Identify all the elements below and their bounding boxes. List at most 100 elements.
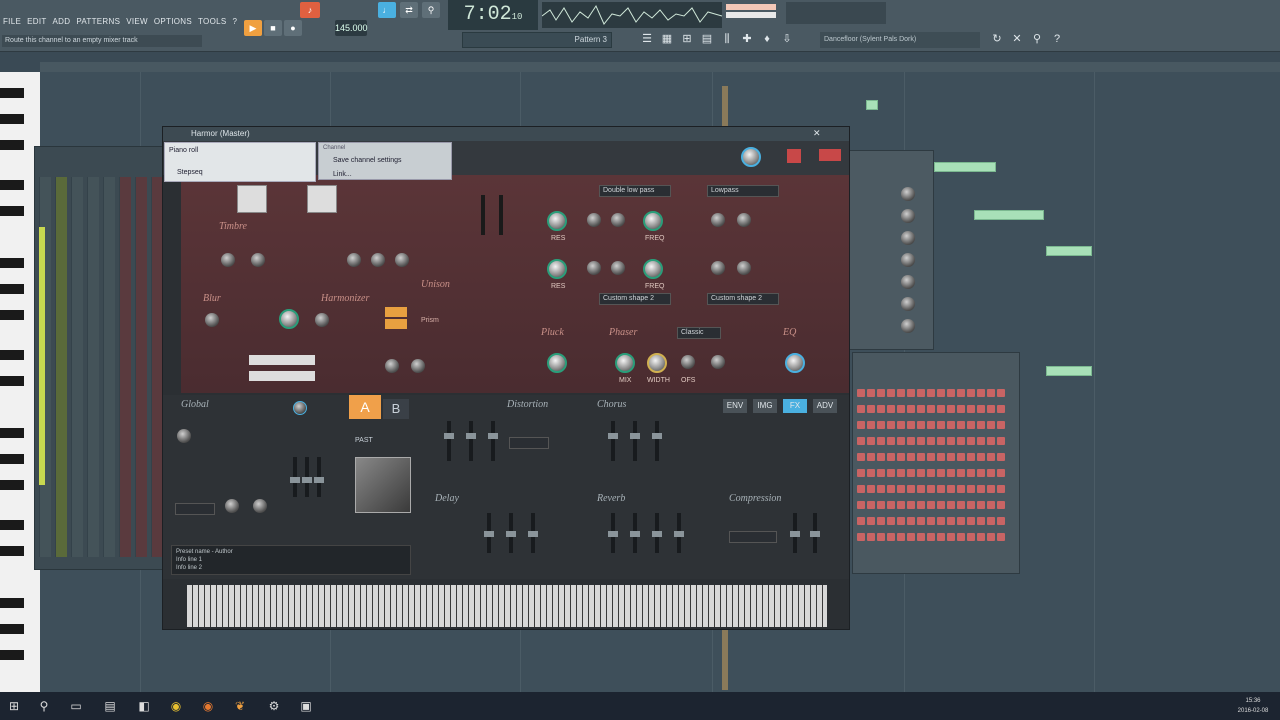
step-cell[interactable]	[917, 389, 925, 397]
step-cell[interactable]	[967, 517, 975, 525]
harmor-keyboard[interactable]	[187, 585, 827, 627]
step-cell[interactable]	[957, 501, 965, 509]
step-cell[interactable]	[917, 437, 925, 445]
file-explorer-icon[interactable]: ▤	[102, 698, 118, 714]
step-cell[interactable]	[977, 533, 985, 541]
step-cell[interactable]	[987, 485, 995, 493]
step-cell[interactable]	[997, 517, 1005, 525]
small-knob[interactable]	[385, 359, 399, 373]
fl-studio-icon[interactable]: ❦	[232, 698, 248, 714]
step-cell[interactable]	[937, 405, 945, 413]
step-cell[interactable]	[897, 437, 905, 445]
step-cell[interactable]	[917, 533, 925, 541]
global-knob[interactable]	[225, 499, 239, 513]
step-cell[interactable]	[927, 453, 935, 461]
global-knob[interactable]	[253, 499, 267, 513]
step-cell[interactable]	[917, 453, 925, 461]
step-cell[interactable]	[887, 421, 895, 429]
browser-icon[interactable]: ⊞	[680, 32, 694, 46]
timbre-waveform-display[interactable]	[237, 185, 267, 213]
step-cell[interactable]	[887, 453, 895, 461]
step-cell[interactable]	[997, 421, 1005, 429]
step-cell[interactable]	[867, 421, 875, 429]
step-cell[interactable]	[947, 501, 955, 509]
toggle-button[interactable]	[385, 307, 407, 317]
channel-knob[interactable]	[901, 209, 915, 223]
menu-item-piano-roll[interactable]: Piano roll	[169, 147, 198, 154]
step-cell[interactable]	[857, 485, 865, 493]
fader[interactable]	[630, 513, 640, 553]
step-cell[interactable]	[867, 533, 875, 541]
step-cell[interactable]	[867, 517, 875, 525]
channel-rack[interactable]	[842, 150, 934, 350]
fader[interactable]	[466, 421, 476, 461]
step-cell[interactable]	[977, 469, 985, 477]
master-volume-knob[interactable]	[741, 147, 761, 167]
step-cell[interactable]	[987, 501, 995, 509]
fader[interactable]	[444, 421, 454, 461]
step-cell[interactable]	[967, 421, 975, 429]
timbre-waveform-display[interactable]	[307, 185, 337, 213]
step-cell[interactable]	[927, 389, 935, 397]
fader[interactable]	[652, 513, 662, 553]
step-cell[interactable]	[857, 437, 865, 445]
step-cell[interactable]	[907, 453, 915, 461]
pattern-selector[interactable]: Pattern 3	[462, 32, 612, 48]
small-knob[interactable]	[221, 253, 235, 267]
harmonizer-knob[interactable]	[279, 309, 299, 329]
close-icon[interactable]: ✕	[813, 128, 821, 139]
phaser-mix-knob[interactable]	[615, 353, 635, 373]
pluck-time-knob[interactable]	[547, 353, 567, 373]
part-b-button[interactable]: B	[383, 399, 409, 419]
step-cell[interactable]	[937, 437, 945, 445]
play-button[interactable]: ▶	[244, 20, 262, 36]
download-icon[interactable]: ⇩	[780, 32, 794, 46]
search-icon[interactable]: ⚲	[36, 698, 52, 714]
menu-button[interactable]	[819, 149, 841, 161]
menu-patterns[interactable]: PATTERNS	[73, 14, 123, 30]
note-block[interactable]	[974, 210, 1044, 220]
harmor-plugin-window[interactable]: Harmor (Master) ✕ Timbre Harmonizer Unis…	[162, 126, 850, 630]
mixer-icon[interactable]: ⫼	[720, 32, 734, 46]
step-cell[interactable]	[937, 421, 945, 429]
step-cell[interactable]	[967, 485, 975, 493]
fader[interactable]	[499, 195, 503, 235]
shape2-dropdown[interactable]: Custom shape 2	[707, 293, 779, 305]
step-cell[interactable]	[877, 517, 885, 525]
step-cell[interactable]	[907, 485, 915, 493]
step-cell[interactable]	[877, 533, 885, 541]
step-cell[interactable]	[887, 501, 895, 509]
channel-knob[interactable]	[901, 187, 915, 201]
fader[interactable]	[608, 513, 618, 553]
small-knob[interactable]	[205, 313, 219, 327]
channel-knob[interactable]	[901, 275, 915, 289]
mixer-strip[interactable]	[135, 177, 147, 557]
filter1-freq-knob[interactable]	[643, 211, 663, 231]
part-a-button[interactable]: A	[349, 395, 381, 419]
step-cell[interactable]	[937, 453, 945, 461]
menu-add[interactable]: ADD	[50, 14, 74, 30]
fader[interactable]	[608, 421, 618, 461]
small-knob[interactable]	[711, 261, 725, 275]
tab-fx[interactable]: FX	[783, 399, 807, 413]
small-knob[interactable]	[711, 355, 725, 369]
step-cell[interactable]	[977, 437, 985, 445]
metronome-button[interactable]: ♩	[378, 2, 396, 18]
step-cell[interactable]	[947, 485, 955, 493]
step-cell[interactable]	[977, 485, 985, 493]
tempo-display[interactable]: 145.000	[335, 20, 368, 36]
phaser-mode-dropdown[interactable]: Classic	[677, 327, 721, 339]
step-cell[interactable]	[857, 421, 865, 429]
step-cell[interactable]	[947, 421, 955, 429]
step-cell[interactable]	[907, 405, 915, 413]
tab-img[interactable]: IMG	[753, 399, 777, 413]
step-cell[interactable]	[977, 405, 985, 413]
step-cell[interactable]	[997, 501, 1005, 509]
step-cell[interactable]	[937, 485, 945, 493]
step-cell[interactable]	[927, 437, 935, 445]
menu-item-stepseq[interactable]: Stepseq	[177, 169, 203, 176]
fader[interactable]	[506, 513, 516, 553]
toggle-button[interactable]	[385, 319, 407, 329]
filter2-type-dropdown[interactable]: Lowpass	[707, 185, 779, 197]
step-cell[interactable]	[997, 437, 1005, 445]
